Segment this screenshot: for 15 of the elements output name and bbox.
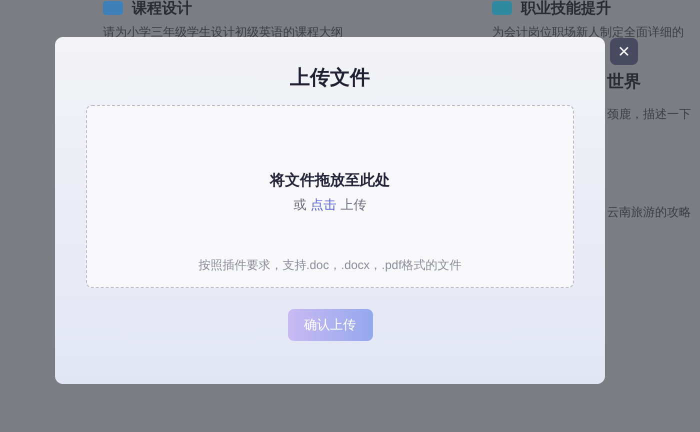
card-description: 为会计岗位职场新人制定全面详细的 — [492, 24, 684, 41]
dialog-title: 上传文件 — [290, 66, 370, 91]
prompt-text: 上传 — [340, 196, 366, 214]
card-description: 云南旅游的攻略 — [607, 204, 692, 220]
drop-heading: 将文件拖放至此处 — [270, 171, 390, 191]
card-title: 职业技能提升 — [521, 0, 611, 16]
card-title: 课程设计 — [132, 0, 192, 16]
card-description: 请为小学三年级学生设计初级英语的课程大纲 — [103, 24, 344, 41]
prompt-text: 或 — [294, 196, 306, 214]
close-button[interactable]: × — [610, 38, 638, 65]
drop-zone[interactable]: 将文件拖放至此处 或 点击 上传 按照插件要求，支持.doc，.docx，.pdf格式的文件 — [86, 105, 574, 288]
card-description: 颈鹿，描述一下 — [607, 106, 692, 122]
file-format-hint: 按照插件要求，支持.doc，.docx，.pdf格式的文件 — [198, 257, 462, 274]
click-upload-link[interactable]: 点击 — [310, 194, 336, 214]
card-title: 世界 — [607, 71, 642, 93]
